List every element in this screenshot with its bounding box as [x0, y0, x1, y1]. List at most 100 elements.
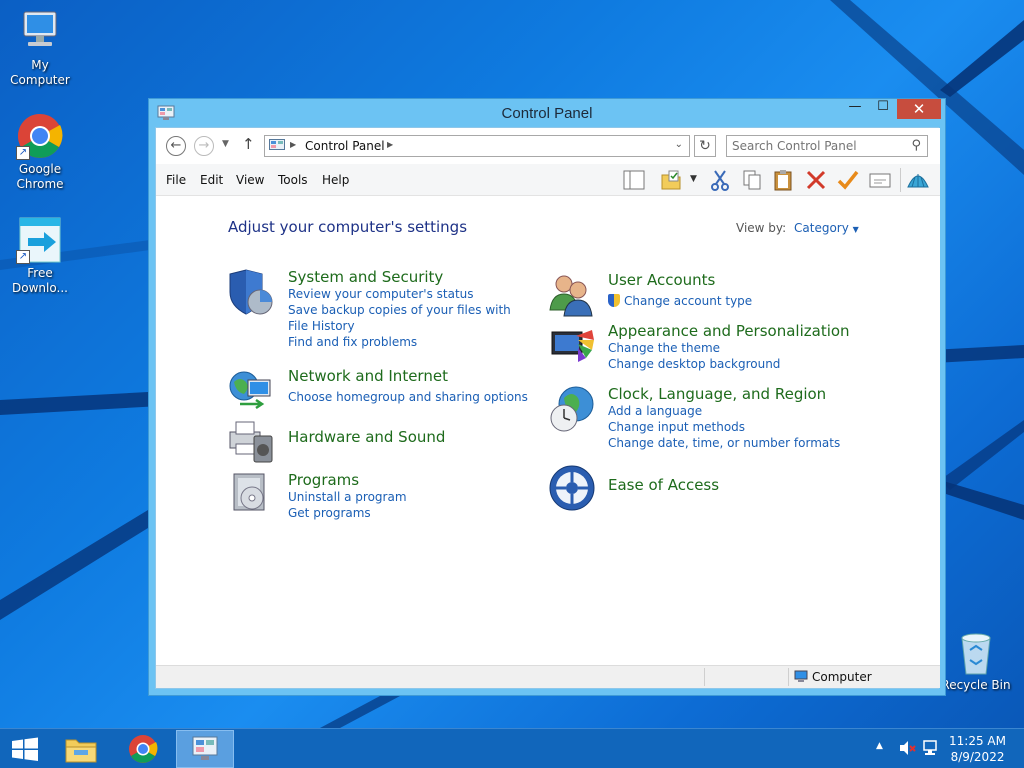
category-ease-of-access: Ease of Access [608, 476, 868, 494]
shell-globe-icon[interactable] [906, 169, 930, 191]
refresh-button[interactable]: ↻ [694, 135, 716, 157]
category-appearance-and-personalization: Appearance and Personalization Change th… [608, 322, 868, 372]
taskbar-chrome[interactable] [114, 730, 172, 768]
status-bar: Computer [156, 665, 940, 688]
category-title[interactable]: Ease of Access [608, 476, 868, 494]
category-title[interactable]: Network and Internet [288, 367, 528, 385]
breadcrumb-separator-icon[interactable]: ▶ [290, 140, 296, 149]
shield-icon[interactable] [226, 268, 276, 318]
minimize-button[interactable]: — [841, 99, 869, 119]
desktop-icon-google-chrome[interactable]: ↗ Google Chrome [0, 112, 80, 192]
folder-options-dropdown-icon[interactable]: ▼ [690, 174, 697, 184]
clock-time: 11:25 AM [949, 734, 1006, 748]
chevron-down-icon[interactable]: ▼ [853, 225, 859, 234]
link-uninstall-program[interactable]: Uninstall a program [288, 489, 528, 505]
link-date-time-formats[interactable]: Change date, time, or number formats [608, 435, 868, 451]
recent-locations-dropdown-icon[interactable]: ▼ [222, 139, 229, 149]
taskbar-control-panel[interactable] [176, 730, 234, 768]
view-by-dropdown[interactable]: Category ▼ [794, 221, 859, 235]
link-review-status[interactable]: Review your computer's status [288, 286, 528, 302]
properties-check-icon[interactable] [836, 169, 860, 191]
forward-button[interactable]: → [194, 136, 214, 156]
clock-globe-icon[interactable] [548, 384, 598, 434]
back-button[interactable]: ← [166, 136, 186, 156]
address-row: ← → ▼ ↑ ▶ Control Panel ▶ ⌄ ↻ Search Con… [156, 128, 940, 164]
free-download-icon: ↗ [16, 216, 64, 264]
volume-muted-icon[interactable] [898, 739, 916, 760]
desktop-icon-label: Free Downlo... [12, 266, 68, 295]
chrome-icon: ↗ [16, 112, 64, 160]
link-find-fix-problems[interactable]: Find and fix problems [288, 334, 528, 350]
desktop-icon-recycle-bin[interactable]: Recycle Bin [936, 632, 1016, 693]
toolbar-separator [900, 168, 901, 192]
users-icon[interactable] [548, 270, 598, 320]
up-button[interactable]: ↑ [242, 135, 255, 153]
link-file-history[interactable]: Save backup copies of your files with Fi… [288, 302, 528, 334]
link-input-methods[interactable]: Change input methods [608, 419, 868, 435]
file-explorer-icon [65, 739, 97, 763]
search-input[interactable] [732, 137, 902, 155]
address-dropdown-icon[interactable]: ⌄ [675, 139, 683, 150]
category-title[interactable]: Appearance and Personalization [608, 322, 868, 340]
search-icon[interactable]: ⚲ [911, 138, 921, 153]
breadcrumb-chevron-icon[interactable]: ▶ [387, 140, 393, 149]
show-hidden-icons-button[interactable]: ▲ [876, 741, 883, 751]
appearance-icon[interactable] [548, 322, 598, 372]
close-button[interactable]: ✕ [897, 99, 941, 119]
printer-speaker-icon[interactable] [226, 416, 276, 466]
start-button[interactable] [0, 730, 50, 768]
paste-icon[interactable] [772, 169, 796, 191]
breadcrumb-control-panel[interactable]: Control Panel [305, 139, 385, 153]
desktop-icon-free-download[interactable]: ↗ Free Downlo... [0, 216, 80, 296]
computer-small-icon [794, 670, 808, 686]
taskbar-clock[interactable]: 11:25 AM 8/9/2022 [949, 733, 1006, 765]
menu-tools[interactable]: Tools [278, 173, 308, 187]
link-text[interactable]: Change account type [624, 294, 752, 308]
link-change-background[interactable]: Change desktop background [608, 356, 868, 372]
desktop-icon-my-computer[interactable]: My Computer [0, 8, 80, 88]
link-get-programs[interactable]: Get programs [288, 505, 528, 521]
email-icon[interactable] [868, 169, 892, 191]
network-globe-icon[interactable] [226, 366, 276, 416]
control-panel-icon [192, 736, 218, 760]
cut-icon[interactable] [708, 169, 732, 191]
maximize-button[interactable]: ☐ [869, 99, 897, 119]
menu-help[interactable]: Help [322, 173, 349, 187]
clock-date: 8/9/2022 [950, 750, 1005, 764]
network-icon[interactable] [922, 739, 940, 760]
link-add-language[interactable]: Add a language [608, 403, 868, 419]
menu-edit[interactable]: Edit [200, 173, 223, 187]
category-programs: Programs Uninstall a program Get program… [288, 471, 528, 521]
content-pane: Adjust your computer's settings View by:… [156, 196, 940, 665]
menu-file[interactable]: File [166, 173, 186, 187]
category-title[interactable]: System and Security [288, 268, 528, 286]
programs-box-icon[interactable] [226, 468, 276, 518]
view-by-value[interactable]: Category [794, 221, 849, 235]
ease-of-access-icon[interactable] [548, 464, 598, 514]
link-change-theme[interactable]: Change the theme [608, 340, 868, 356]
windows-logo-icon [12, 737, 38, 761]
delete-icon[interactable] [804, 169, 828, 191]
link-change-account-type[interactable]: Change account type [608, 293, 868, 309]
layout-pane-icon[interactable] [622, 169, 646, 191]
category-system-and-security: System and Security Review your computer… [288, 268, 528, 350]
my-computer-icon [16, 8, 64, 56]
category-title[interactable]: Programs [288, 471, 528, 489]
category-title[interactable]: User Accounts [608, 271, 868, 289]
copy-icon[interactable] [740, 169, 764, 191]
address-bar[interactable]: ▶ Control Panel ▶ ⌄ [264, 135, 690, 157]
recycle-bin-icon [956, 632, 996, 676]
title-bar[interactable]: Control Panel — ☐ ✕ [149, 99, 945, 127]
folder-options-icon[interactable] [660, 169, 684, 191]
window-client-area: ← → ▼ ↑ ▶ Control Panel ▶ ⌄ ↻ Search Con… [155, 127, 940, 689]
view-by-label: View by: [736, 221, 787, 235]
category-title[interactable]: Clock, Language, and Region [608, 385, 868, 403]
link-homegroup[interactable]: Choose homegroup and sharing options [288, 389, 528, 405]
category-title[interactable]: Hardware and Sound [288, 428, 528, 446]
search-box[interactable]: ⚲ [726, 135, 928, 157]
page-heading: Adjust your computer's settings [228, 218, 468, 236]
menu-view[interactable]: View [236, 173, 264, 187]
desktop-icon-label: Google Chrome [16, 162, 64, 191]
category-clock-language-region: Clock, Language, and Region Add a langua… [608, 385, 868, 451]
taskbar-file-explorer[interactable] [52, 730, 110, 768]
